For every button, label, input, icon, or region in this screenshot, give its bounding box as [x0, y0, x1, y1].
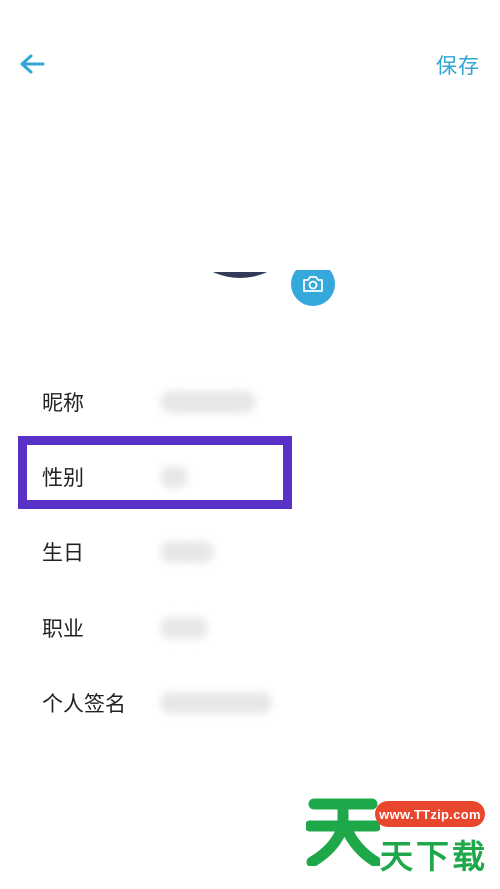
birthday-row[interactable]: 生日	[0, 522, 500, 582]
birthday-input[interactable]	[160, 541, 214, 563]
gender-row[interactable]: 性别	[0, 447, 500, 507]
watermark-url: www.TTzip.com	[375, 801, 485, 827]
birthday-label: 生日	[42, 541, 84, 565]
occupation-row[interactable]: 职业	[0, 598, 500, 658]
nickname-input[interactable]	[160, 391, 256, 413]
gender-label: 性别	[42, 466, 84, 490]
watermark-text: 天下载	[380, 837, 488, 876]
occupation-input[interactable]	[160, 617, 208, 639]
nickname-row[interactable]: 昵称	[0, 372, 500, 432]
gender-input[interactable]	[160, 466, 188, 488]
arrow-left-icon	[20, 54, 45, 74]
occupation-label: 职业	[42, 617, 84, 641]
camera-icon	[303, 276, 323, 292]
signature-label: 个人签名	[42, 692, 126, 716]
camera-crop-mask	[285, 230, 345, 264]
signature-row[interactable]: 个人签名	[0, 673, 500, 733]
save-button[interactable]: 保存	[436, 50, 480, 80]
nickname-label: 昵称	[42, 391, 84, 415]
edit-profile-screen: 保存 昵称 性别 生日 职业 个人签名 www.TTzip.com 天下载	[0, 0, 500, 889]
watermark-logo	[306, 798, 380, 866]
signature-input[interactable]	[160, 692, 272, 714]
back-button[interactable]	[14, 46, 50, 82]
